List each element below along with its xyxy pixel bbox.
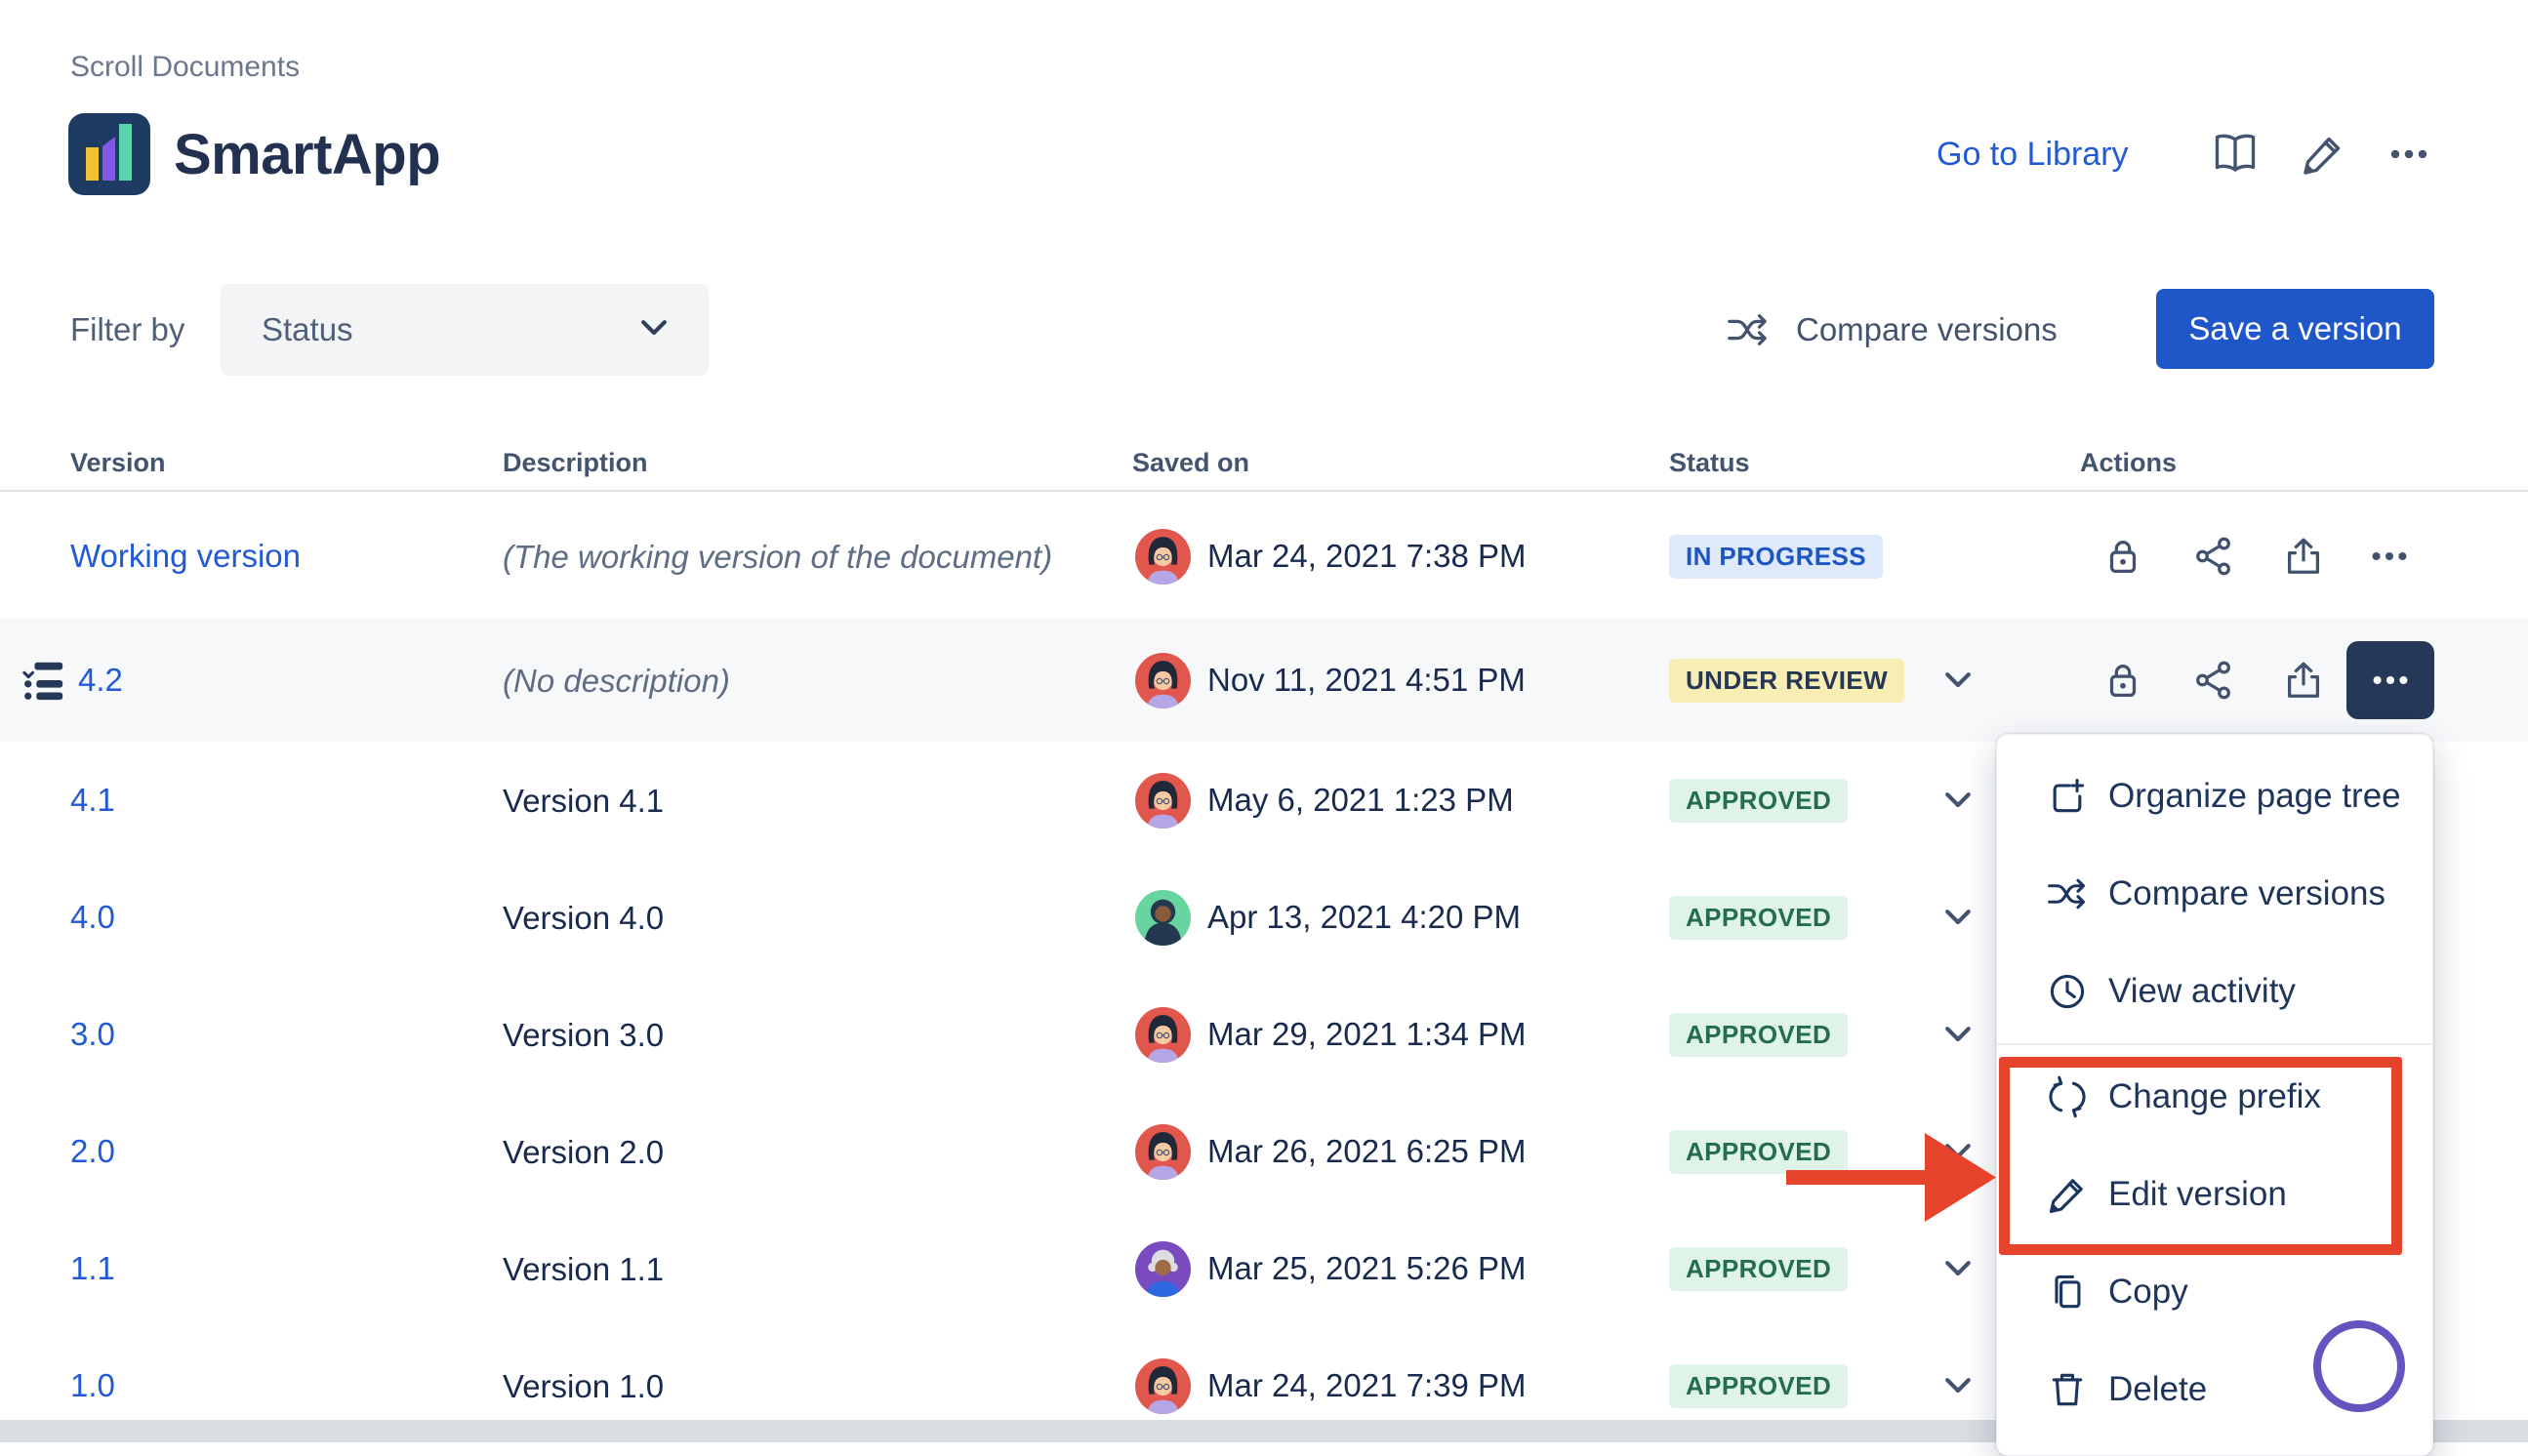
app-logo: [68, 113, 150, 195]
version-link[interactable]: 1.1: [70, 1250, 115, 1287]
table-header: Version Description Saved on Status Acti…: [0, 441, 2528, 492]
logo-bar-purple: [102, 137, 115, 181]
status-badge: APPROVED: [1669, 1364, 1848, 1408]
compare-versions-label: Compare versions: [1796, 311, 2058, 348]
avatar: [1135, 1007, 1191, 1063]
header-more-icon[interactable]: [2382, 113, 2436, 195]
trash-icon: [2046, 1368, 2089, 1411]
status-chevron-icon[interactable]: [1935, 1093, 1981, 1210]
col-version: Version: [70, 448, 166, 478]
version-link[interactable]: 4.2: [78, 662, 123, 699]
menu-item-edit-version[interactable]: Edit version: [1997, 1146, 2432, 1243]
export-icon[interactable]: [2279, 494, 2328, 619]
breadcrumb[interactable]: Scroll Documents: [70, 51, 300, 84]
status-filter-value: Status: [262, 311, 634, 348]
version-description: Version 1.1: [503, 1210, 1098, 1327]
lock-icon[interactable]: [2099, 619, 2147, 742]
clock-icon: [2046, 970, 2089, 1013]
share-icon[interactable]: [2189, 494, 2238, 619]
table-row-working-version: Working version (The working version of …: [0, 494, 2528, 619]
menu-separator: [1997, 1043, 2432, 1045]
saved-on-date: Mar 29, 2021 1:34 PM: [1207, 1016, 1527, 1053]
menu-item-change-prefix[interactable]: Change prefix: [1997, 1048, 2432, 1146]
status-badge: APPROVED: [1669, 779, 1848, 823]
status-chevron-icon[interactable]: [1935, 976, 1981, 1093]
chevron-down-icon: [634, 308, 673, 352]
shuffle-icon: [2046, 872, 2089, 915]
menu-item-copy[interactable]: Copy: [1997, 1243, 2432, 1341]
row-actions-context-menu: Organize page tree Compare versions View…: [1996, 734, 2433, 1456]
version-link[interactable]: 4.0: [70, 899, 115, 936]
status-badge: APPROVED: [1669, 1130, 1848, 1174]
version-description: (No description): [503, 619, 1098, 742]
status-filter-select[interactable]: Status: [221, 284, 709, 376]
save-a-version-button[interactable]: Save a version: [2156, 289, 2434, 369]
version-link[interactable]: 3.0: [70, 1016, 115, 1053]
page-add-icon: [2046, 775, 2089, 818]
status-badge: APPROVED: [1669, 1013, 1848, 1057]
status-badge: IN PROGRESS: [1669, 535, 1883, 579]
avatar: [1135, 1358, 1191, 1414]
menu-item-delete[interactable]: Delete: [1997, 1341, 2432, 1438]
avatar: [1135, 653, 1191, 708]
menu-item-organize-page-tree[interactable]: Organize page tree: [1997, 748, 2432, 845]
logo-bar-yellow: [86, 147, 99, 181]
status-badge: UNDER REVIEW: [1669, 659, 1904, 703]
library-book-icon[interactable]: [2208, 113, 2263, 195]
row-more-button-active[interactable]: [2346, 641, 2434, 719]
saved-on-date: Mar 24, 2021 7:39 PM: [1207, 1367, 1527, 1404]
status-badge: APPROVED: [1669, 896, 1848, 940]
status-chevron-icon[interactable]: [1935, 859, 1981, 976]
pencil-icon: [2046, 1173, 2089, 1216]
version-description: Version 4.1: [503, 742, 1098, 859]
col-saved-on: Saved on: [1132, 448, 1249, 478]
version-description: Version 4.0: [503, 859, 1098, 976]
row-more-icon[interactable]: [2360, 494, 2419, 619]
lock-icon[interactable]: [2099, 494, 2147, 619]
avatar: [1135, 529, 1191, 585]
version-description: Version 3.0: [503, 976, 1098, 1093]
go-to-library-link[interactable]: Go to Library: [1937, 113, 2129, 195]
version-tree-icon: [21, 619, 66, 742]
export-icon[interactable]: [2279, 619, 2328, 742]
copy-icon: [2046, 1271, 2089, 1314]
cycle-icon: [2046, 1075, 2089, 1118]
version-description: Version 2.0: [503, 1093, 1098, 1210]
menu-item-compare-versions[interactable]: Compare versions: [1997, 845, 2432, 943]
version-link[interactable]: 2.0: [70, 1133, 115, 1170]
saved-on-date: Mar 24, 2021 7:38 PM: [1207, 538, 1527, 575]
avatar: [1135, 1124, 1191, 1180]
saved-on-date: Apr 13, 2021 4:20 PM: [1207, 899, 1521, 936]
version-description: (The working version of the document): [503, 494, 1098, 619]
share-icon[interactable]: [2189, 619, 2238, 742]
col-actions: Actions: [2080, 448, 2177, 478]
col-description: Description: [503, 448, 648, 478]
filter-by-label: Filter by: [70, 284, 184, 376]
status-chevron-icon[interactable]: [1935, 742, 1981, 859]
status-chevron-icon[interactable]: [1935, 619, 1981, 742]
logo-bar-teal: [119, 124, 132, 181]
avatar: [1135, 773, 1191, 829]
status-chevron-icon[interactable]: [1935, 1210, 1981, 1327]
version-link[interactable]: Working version: [70, 538, 301, 575]
saved-on-date: May 6, 2021 1:23 PM: [1207, 782, 1514, 819]
shuffle-icon: [1726, 307, 1771, 352]
page-title: SmartApp: [174, 113, 440, 195]
saved-on-date: Mar 25, 2021 5:26 PM: [1207, 1250, 1527, 1287]
saved-on-date: Nov 11, 2021 4:51 PM: [1207, 662, 1526, 699]
edit-pencil-icon[interactable]: [2296, 113, 2350, 195]
compare-versions-button[interactable]: Compare versions: [1726, 284, 2058, 376]
menu-item-view-activity[interactable]: View activity: [1997, 943, 2432, 1040]
status-badge: APPROVED: [1669, 1247, 1848, 1291]
col-status: Status: [1669, 448, 1750, 478]
version-link[interactable]: 1.0: [70, 1367, 115, 1404]
avatar: [1135, 1241, 1191, 1297]
table-row-4-2: 4.2 (No description) Nov 11, 2021 4:51 P…: [0, 619, 2528, 742]
version-link[interactable]: 4.1: [70, 782, 115, 819]
saved-on-date: Mar 26, 2021 6:25 PM: [1207, 1133, 1527, 1170]
avatar: [1135, 890, 1191, 946]
